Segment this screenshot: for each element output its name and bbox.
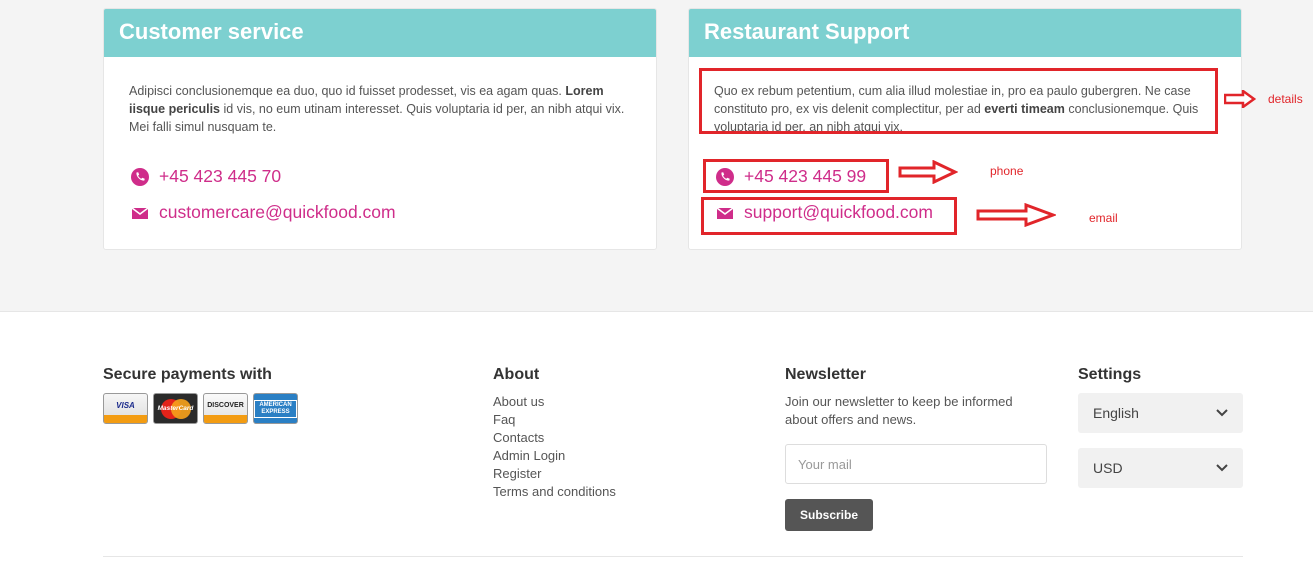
about-heading: About	[493, 366, 540, 383]
phone-arrow-icon	[898, 160, 958, 184]
currency-select[interactable]: USD	[1078, 448, 1243, 488]
payments-heading: Secure payments with	[103, 366, 272, 383]
card-header: Restaurant Support	[689, 9, 1241, 57]
chevron-down-icon	[1216, 464, 1228, 472]
register-link[interactable]: Register	[493, 465, 616, 483]
discover-icon: DISCOVER	[203, 393, 248, 424]
subscribe-button[interactable]: Subscribe	[785, 499, 873, 531]
description-text: Adipisci conclusionemque ea duo, quo id …	[129, 84, 566, 98]
newsletter-heading: Newsletter	[785, 366, 866, 383]
settings-section: Settings English USD	[1078, 366, 1243, 488]
settings-heading: Settings	[1078, 366, 1142, 383]
details-highlight-box	[699, 68, 1218, 134]
about-links: About us Faq Contacts Admin Login Regist…	[493, 393, 616, 501]
newsletter-text: Join our newsletter to keep be informed …	[785, 394, 1013, 427]
faq-link[interactable]: Faq	[493, 411, 616, 429]
amex-icon: AMERICAN EXPRESS	[253, 393, 298, 424]
customer-service-card: Customer service Adipisci conclusionemqu…	[103, 8, 657, 250]
mastercard-label: MasterCard	[157, 405, 194, 412]
phone-icon	[130, 167, 150, 187]
amex-label: AMERICAN EXPRESS	[254, 399, 297, 418]
card-header: Customer service	[104, 9, 656, 57]
visa-stripe	[104, 415, 147, 423]
about-section: About About us Faq Contacts Admin Login …	[493, 366, 616, 501]
language-value: English	[1093, 405, 1139, 421]
language-select[interactable]: English	[1078, 393, 1243, 433]
about-us-link[interactable]: About us	[493, 393, 616, 411]
card-title: Restaurant Support	[704, 19, 910, 44]
email-annotation-label: email	[1089, 211, 1118, 225]
discover-label: DISCOVER	[207, 402, 244, 409]
phone-highlight-box	[703, 159, 889, 193]
payment-icons: VISA MasterCard DISCOVER AMERICAN EXPRES…	[103, 393, 298, 424]
phone-number: +45 423 445 70	[159, 166, 282, 186]
contact-section: Customer service Adipisci conclusionemqu…	[0, 0, 1313, 312]
details-arrow-icon	[1224, 90, 1256, 108]
currency-value: USD	[1093, 460, 1123, 476]
newsletter-email-input[interactable]	[785, 444, 1047, 484]
card-description: Adipisci conclusionemque ea duo, quo id …	[129, 82, 631, 136]
visa-icon: VISA	[103, 393, 148, 424]
email-link[interactable]: customercare@quickfood.com	[130, 202, 396, 223]
phone-link[interactable]: +45 423 445 70	[130, 166, 281, 187]
payments-section: Secure payments with VISA MasterCard DIS…	[103, 366, 298, 424]
email-address: customercare@quickfood.com	[159, 202, 396, 222]
email-arrow-icon	[976, 203, 1056, 227]
card-title: Customer service	[119, 19, 304, 44]
envelope-icon	[130, 203, 150, 223]
footer-divider	[103, 556, 1243, 557]
newsletter-section: Newsletter Join our newsletter to keep b…	[785, 366, 1047, 531]
contacts-link[interactable]: Contacts	[493, 429, 616, 447]
admin-login-link[interactable]: Admin Login	[493, 447, 616, 465]
chevron-down-icon	[1216, 409, 1228, 417]
details-annotation-label: details	[1268, 92, 1303, 106]
mastercard-icon: MasterCard	[153, 393, 198, 424]
email-highlight-box	[701, 197, 957, 235]
terms-link[interactable]: Terms and conditions	[493, 483, 616, 501]
discover-stripe	[204, 415, 247, 423]
phone-annotation-label: phone	[990, 164, 1024, 178]
visa-label: VISA	[116, 401, 135, 410]
